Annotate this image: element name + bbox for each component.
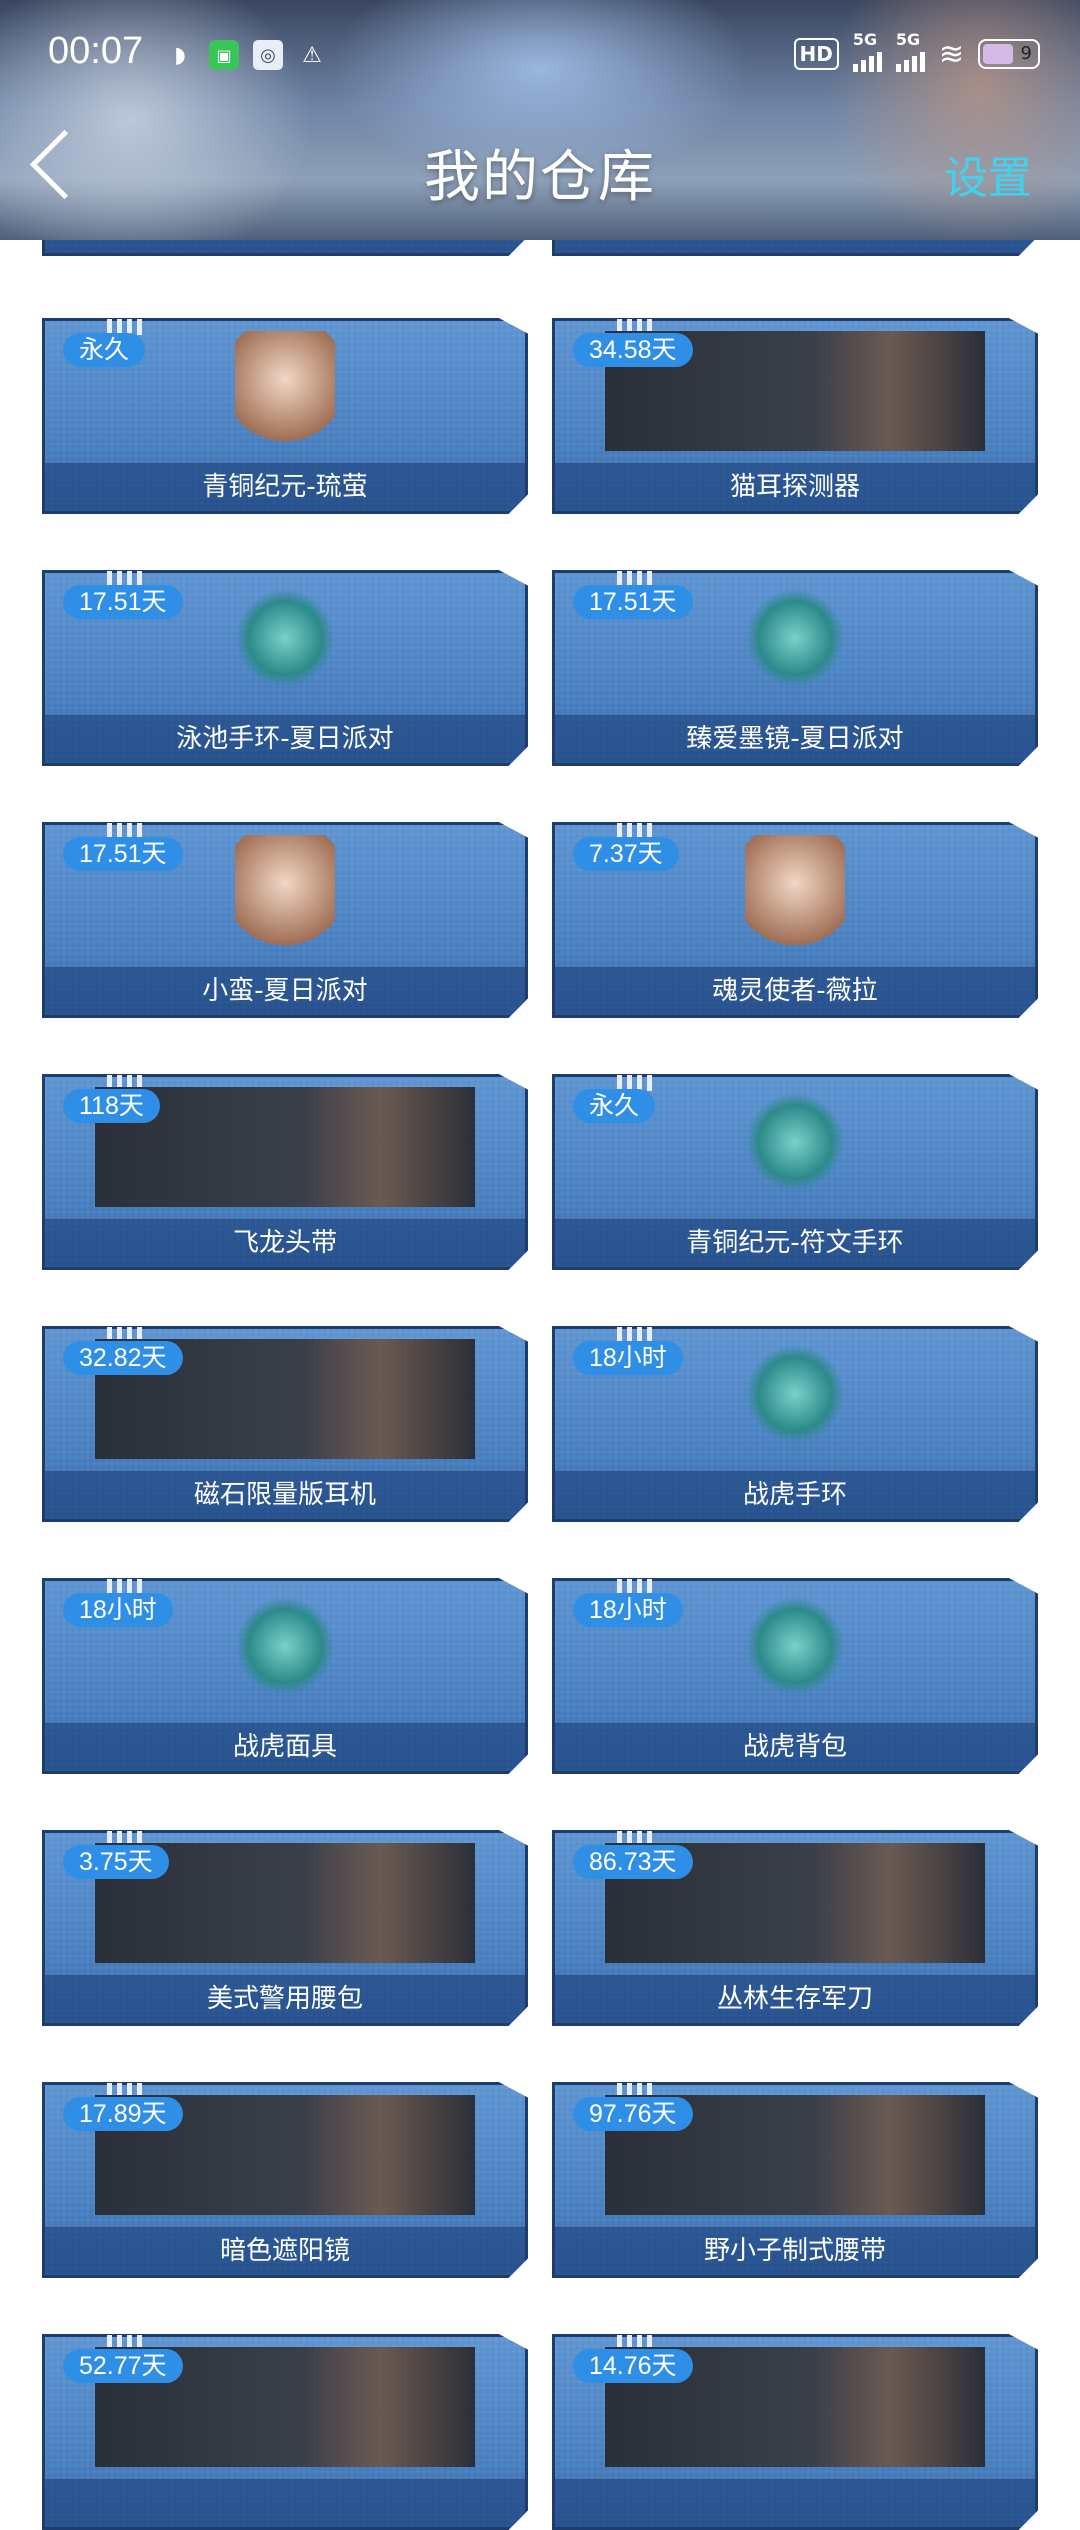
item-name: [45, 2478, 525, 2527]
item-image: [735, 1087, 855, 1197]
item-grid: 永久 青铜纪元-琉萤 34.58天 猫耳探测器 17.51天 泳池手环-夏日派对 17.51…: [0, 0, 1080, 2530]
qq-icon: ◗: [174, 42, 186, 68]
item-name: 臻爱墨镜-夏日派对: [555, 714, 1035, 763]
item-image: [735, 1339, 855, 1449]
item-name: [555, 2478, 1035, 2527]
item-card[interactable]: 18小时战虎面具: [42, 1578, 528, 1774]
duration-badge: 3.75天: [63, 1845, 169, 1879]
battery-icon: 9: [978, 39, 1040, 69]
item-card[interactable]: 3.75天美式警用腰包: [42, 1830, 528, 2026]
warning-icon: ⚠: [302, 42, 322, 68]
item-name: 暗色遮阳镜: [45, 2226, 525, 2275]
item-image: [225, 1591, 345, 1701]
page-title: 我的仓库: [424, 145, 656, 210]
wifi-icon: ≋: [938, 36, 964, 72]
item-card[interactable]: 52.77天: [42, 2334, 528, 2530]
duration-badge: 7.37天: [573, 837, 679, 871]
item-name: 小蛮-夏日派对: [45, 966, 525, 1015]
item-name: 磁石限量版耳机: [45, 1470, 525, 1519]
item-card[interactable]: 118天飞龙头带: [42, 1074, 528, 1270]
title-bar: 我的仓库 设置: [0, 118, 1080, 218]
item-name: 青铜纪元-符文手环: [555, 1218, 1035, 1267]
duration-badge: 17.51天: [63, 585, 183, 619]
item-image: [235, 331, 335, 451]
duration-badge: 永久: [573, 1089, 656, 1123]
duration-badge: 14.76天: [573, 2349, 693, 2383]
item-card[interactable]: 17.51天泳池手环-夏日派对: [42, 570, 528, 766]
item-card[interactable]: 17.51天臻爱墨镜-夏日派对: [552, 570, 1038, 766]
duration-badge: 52.77天: [63, 2349, 183, 2383]
duration-badge: 118天: [63, 1089, 160, 1123]
item-name: 战虎面具: [45, 1722, 525, 1771]
status-bar: 00:07 ◗ ▣ ◎ ⚠ HD 5G 5G ≋ 9: [0, 0, 1080, 96]
item-image: [225, 583, 345, 693]
item-card[interactable]: 18小时战虎背包: [552, 1578, 1038, 1774]
item-name: 战虎手环: [555, 1470, 1035, 1519]
item-name: 飞龙头带: [45, 1218, 525, 1267]
item-card[interactable]: 永久青铜纪元-琉萤: [42, 318, 528, 514]
duration-badge: 18小时: [63, 1593, 173, 1627]
item-name: 丛林生存军刀: [555, 1974, 1035, 2023]
duration-badge: 97.76天: [573, 2097, 693, 2131]
item-name: 战虎背包: [555, 1722, 1035, 1771]
item-name: 野小子制式腰带: [555, 2226, 1035, 2275]
item-card[interactable]: 32.82天磁石限量版耳机: [42, 1326, 528, 1522]
duration-badge: 34.58天: [573, 333, 693, 367]
system-icons: HD 5G 5G ≋ 9: [793, 30, 1040, 72]
item-card[interactable]: 18小时战虎手环: [552, 1326, 1038, 1522]
duration-badge: 86.73天: [573, 1845, 693, 1879]
duration-badge: 17.51天: [573, 585, 693, 619]
item-card[interactable]: 17.51天小蛮-夏日派对: [42, 822, 528, 1018]
item-name: 泳池手环-夏日派对: [45, 714, 525, 763]
header: 00:07 ◗ ▣ ◎ ⚠ HD 5G 5G ≋ 9 我的仓库 设置: [0, 0, 1080, 240]
item-image: [235, 835, 335, 955]
duration-badge: 18小时: [573, 1593, 683, 1627]
item-image: [745, 835, 845, 955]
item-card[interactable]: 17.89天暗色遮阳镜: [42, 2082, 528, 2278]
duration-badge: 18小时: [573, 1341, 683, 1375]
item-card[interactable]: 永久青铜纪元-符文手环: [552, 1074, 1038, 1270]
item-name: 美式警用腰包: [45, 1974, 525, 2023]
notification-icons: ◗ ▣ ◎ ⚠: [165, 40, 327, 70]
hd-icon: HD: [793, 38, 839, 70]
signal-icon: 5G: [895, 30, 925, 72]
item-name: 青铜纪元-琉萤: [45, 462, 525, 511]
duration-badge: 32.82天: [63, 1341, 183, 1375]
item-card[interactable]: 97.76天野小子制式腰带: [552, 2082, 1038, 2278]
item-card[interactable]: 7.37天魂灵使者-薇拉: [552, 822, 1038, 1018]
duration-badge: 永久: [63, 333, 146, 367]
item-card[interactable]: 86.73天丛林生存军刀: [552, 1830, 1038, 2026]
settings-button[interactable]: 设置: [944, 142, 1032, 206]
item-card[interactable]: 34.58天猫耳探测器: [552, 318, 1038, 514]
item-image: [735, 583, 855, 693]
status-time: 00:07: [48, 30, 144, 72]
duration-badge: 17.51天: [63, 837, 183, 871]
item-image: [735, 1591, 855, 1701]
duration-badge: 17.89天: [63, 2097, 183, 2131]
android-icon: ▣: [209, 40, 239, 70]
item-name: 猫耳探测器: [555, 462, 1035, 511]
item-name: 魂灵使者-薇拉: [555, 966, 1035, 1015]
app-icon: ◎: [253, 40, 283, 70]
item-card[interactable]: 14.76天: [552, 2334, 1038, 2530]
signal-icon: 5G: [852, 30, 882, 72]
